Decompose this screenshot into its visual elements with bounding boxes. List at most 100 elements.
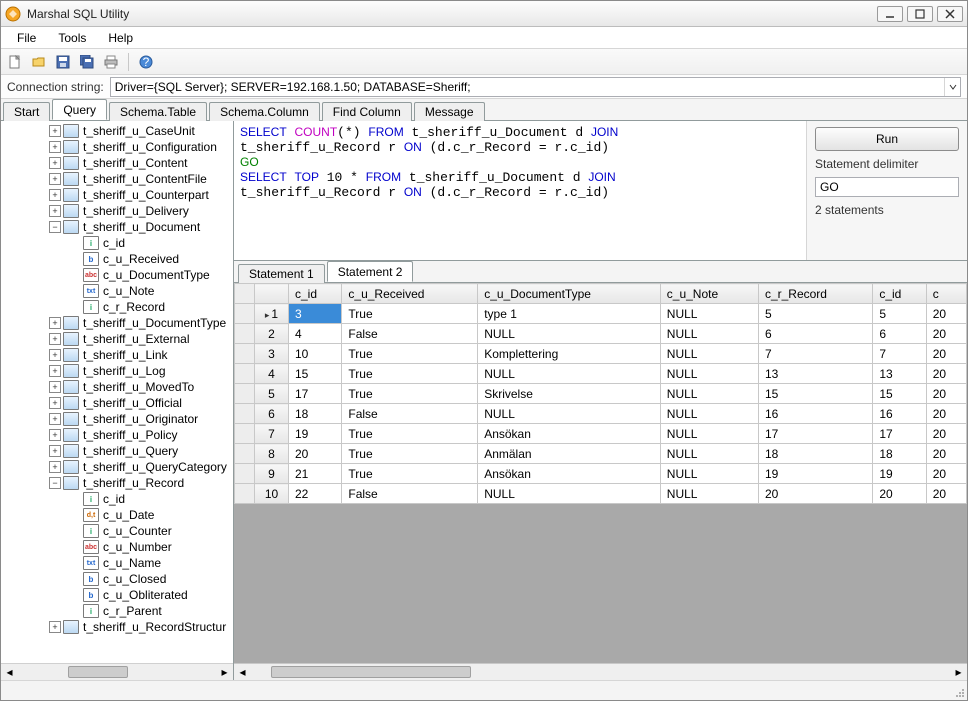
expand-icon[interactable]: + [49, 349, 61, 361]
menu-tools[interactable]: Tools [48, 29, 96, 47]
column-header[interactable]: c_u_DocumentType [478, 284, 661, 304]
menu-file[interactable]: File [7, 29, 46, 47]
cell[interactable]: 6 [758, 324, 872, 344]
cell[interactable]: False [342, 324, 478, 344]
expand-icon[interactable]: + [49, 173, 61, 185]
cell[interactable]: NULL [660, 464, 758, 484]
cell[interactable]: False [342, 484, 478, 504]
new-file-icon[interactable] [5, 52, 25, 72]
row-selector[interactable] [235, 324, 255, 344]
cell[interactable]: True [342, 344, 478, 364]
cell[interactable]: 19 [758, 464, 872, 484]
statement-tab-1[interactable]: Statement 1 [238, 264, 325, 283]
cell[interactable]: NULL [660, 404, 758, 424]
expand-icon[interactable]: + [49, 397, 61, 409]
tree-node[interactable]: +t_sheriff_u_Link [3, 347, 233, 363]
cell[interactable]: NULL [478, 364, 661, 384]
cell[interactable]: NULL [478, 324, 661, 344]
cell[interactable]: 13 [758, 364, 872, 384]
tree-column-node[interactable]: d,tc_u_Date [69, 507, 233, 523]
scroll-left-icon[interactable]: ◂ [1, 664, 18, 681]
schema-tree[interactable]: +t_sheriff_u_CaseUnit+t_sheriff_u_Config… [1, 121, 233, 663]
cell[interactable]: NULL [660, 344, 758, 364]
cell[interactable]: 19 [873, 464, 926, 484]
expand-icon[interactable]: + [49, 381, 61, 393]
scroll-left-icon[interactable]: ◂ [234, 664, 251, 681]
row-selector[interactable] [235, 344, 255, 364]
sql-editor[interactable]: SELECT COUNT(*) FROM t_sheriff_u_Documen… [234, 121, 807, 260]
tree-node[interactable]: +t_sheriff_u_DocumentType [3, 315, 233, 331]
cell[interactable]: 6 [873, 324, 926, 344]
tree-column-node[interactable]: ic_u_Counter [69, 523, 233, 539]
column-header[interactable]: c_u_Note [660, 284, 758, 304]
cell[interactable]: True [342, 424, 478, 444]
menu-help[interactable]: Help [98, 29, 143, 47]
cell[interactable]: Komplettering [478, 344, 661, 364]
cell[interactable]: 15 [758, 384, 872, 404]
expand-icon[interactable]: + [49, 125, 61, 137]
expand-icon[interactable]: + [49, 205, 61, 217]
table-row[interactable]: 415TrueNULLNULL131320 [235, 364, 967, 384]
expand-icon[interactable]: + [49, 445, 61, 457]
cell[interactable]: 20 [926, 364, 966, 384]
cell[interactable]: Ansökan [478, 424, 661, 444]
cell[interactable]: 5 [873, 304, 926, 324]
tree-column-node[interactable]: ic_r_Record [69, 299, 233, 315]
tree-node[interactable]: +t_sheriff_u_Query [3, 443, 233, 459]
cell[interactable]: 15 [873, 384, 926, 404]
cell[interactable]: 18 [873, 444, 926, 464]
cell[interactable]: True [342, 444, 478, 464]
cell[interactable]: 20 [873, 484, 926, 504]
chevron-down-icon[interactable] [944, 78, 960, 96]
tree-column-node[interactable]: bc_u_Obliterated [69, 587, 233, 603]
cell[interactable]: 13 [873, 364, 926, 384]
collapse-icon[interactable]: − [49, 477, 61, 489]
cell[interactable]: NULL [478, 484, 661, 504]
cell[interactable]: 18 [289, 404, 342, 424]
scroll-thumb[interactable] [68, 666, 128, 678]
tab-schema-table[interactable]: Schema.Table [109, 102, 207, 121]
tree-node[interactable]: +t_sheriff_u_Official [3, 395, 233, 411]
tab-start[interactable]: Start [3, 102, 50, 121]
tree-column-node[interactable]: txtc_u_Name [69, 555, 233, 571]
resize-grip-icon[interactable] [951, 684, 965, 698]
save-icon[interactable] [53, 52, 73, 72]
tree-column-node[interactable]: bc_u_Closed [69, 571, 233, 587]
cell[interactable]: NULL [660, 424, 758, 444]
cell[interactable]: type 1 [478, 304, 661, 324]
tree-node[interactable]: +t_sheriff_u_Counterpart [3, 187, 233, 203]
tab-message[interactable]: Message [414, 102, 485, 121]
expand-icon[interactable]: + [49, 157, 61, 169]
row-selector[interactable] [235, 444, 255, 464]
table-row[interactable]: 517TrueSkrivelseNULL151520 [235, 384, 967, 404]
close-button[interactable] [937, 6, 963, 22]
tree-column-node[interactable]: ic_id [69, 235, 233, 251]
expand-icon[interactable]: + [49, 461, 61, 473]
cell[interactable]: 20 [926, 304, 966, 324]
cell[interactable]: True [342, 364, 478, 384]
tree-node[interactable]: +t_sheriff_u_Originator [3, 411, 233, 427]
tree-node[interactable]: +t_sheriff_u_QueryCategory [3, 459, 233, 475]
cell[interactable]: NULL [660, 304, 758, 324]
expand-icon[interactable]: + [49, 413, 61, 425]
cell[interactable]: 16 [873, 404, 926, 424]
expand-icon[interactable]: + [49, 141, 61, 153]
collapse-icon[interactable]: − [49, 221, 61, 233]
open-folder-icon[interactable] [29, 52, 49, 72]
tree-node[interactable]: +t_sheriff_u_Content [3, 155, 233, 171]
cell[interactable]: 17 [873, 424, 926, 444]
cell[interactable]: 4 [289, 324, 342, 344]
tree-column-node[interactable]: txtc_u_Note [69, 283, 233, 299]
print-icon[interactable] [101, 52, 121, 72]
row-selector[interactable] [235, 304, 255, 324]
row-selector[interactable] [235, 404, 255, 424]
cell[interactable]: 10 [289, 344, 342, 364]
cell[interactable]: 3 [289, 304, 342, 324]
cell[interactable]: 20 [926, 424, 966, 444]
statement-tab-2[interactable]: Statement 2 [327, 261, 414, 282]
column-header[interactable]: c_id [289, 284, 342, 304]
cell[interactable]: NULL [660, 364, 758, 384]
tab-find-column[interactable]: Find Column [322, 102, 412, 121]
cell[interactable]: Anmälan [478, 444, 661, 464]
scroll-right-icon[interactable]: ▸ [216, 664, 233, 681]
